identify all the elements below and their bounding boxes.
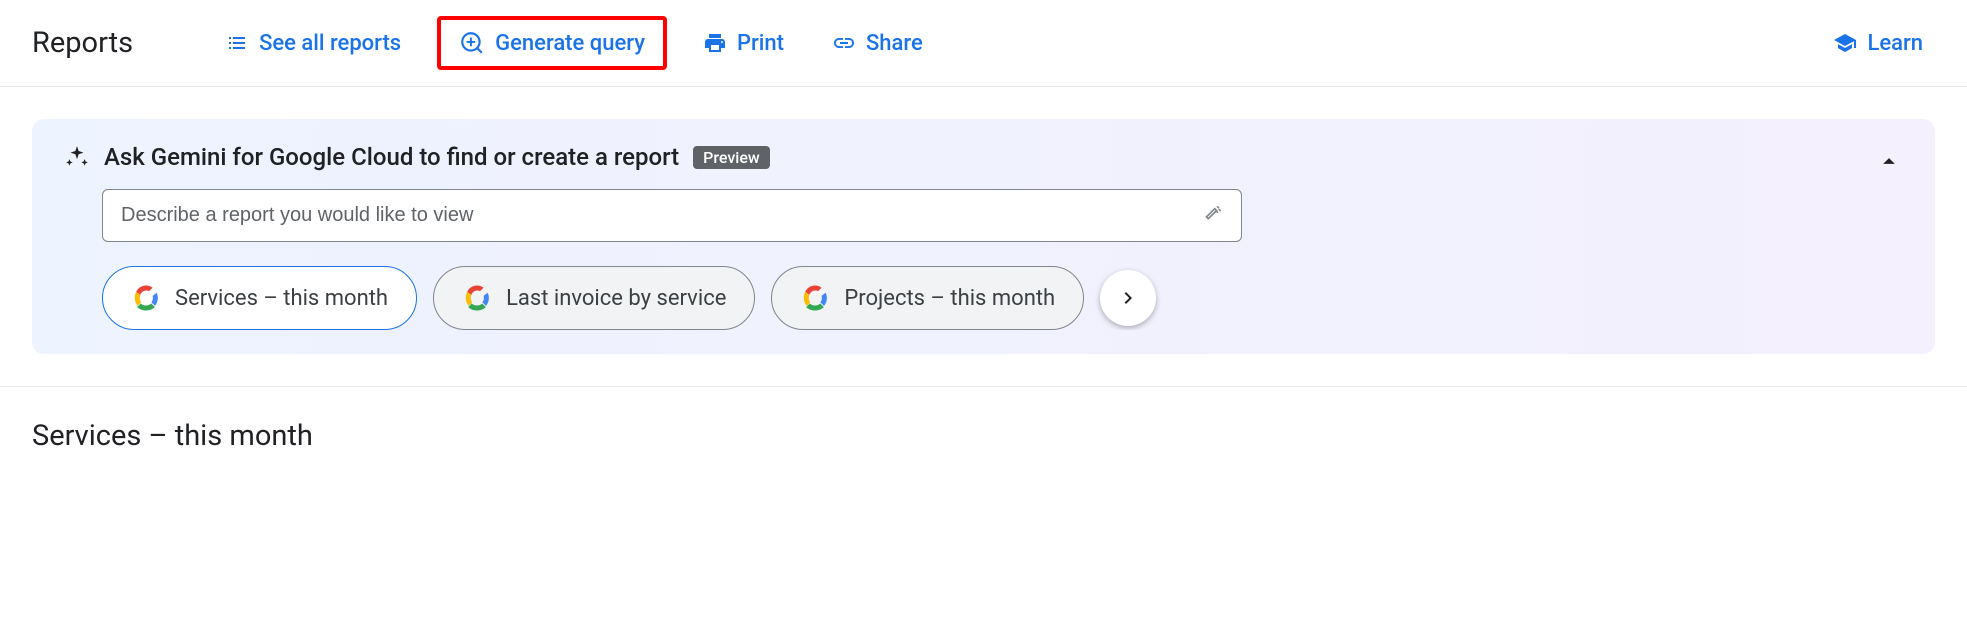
chip-projects-this-month[interactable]: Projects – this month bbox=[771, 266, 1084, 330]
collapse-button[interactable] bbox=[1867, 139, 1911, 187]
preview-badge: Preview bbox=[693, 146, 770, 169]
chevron-up-icon bbox=[1875, 147, 1903, 175]
chip-label: Last invoice by service bbox=[506, 286, 726, 311]
google-cloud-icon bbox=[462, 283, 492, 313]
link-icon bbox=[832, 31, 856, 55]
gemini-search-box[interactable] bbox=[102, 189, 1242, 242]
suggestion-chip-row: Services – this month Last invoice by se… bbox=[102, 266, 1903, 330]
generate-query-label: Generate query bbox=[495, 31, 645, 56]
google-cloud-icon bbox=[131, 283, 161, 313]
chip-label: Projects – this month bbox=[844, 286, 1055, 311]
sparkle-icon bbox=[64, 144, 90, 170]
gemini-panel: Ask Gemini for Google Cloud to find or c… bbox=[32, 119, 1935, 354]
print-label: Print bbox=[737, 31, 784, 56]
see-all-reports-button[interactable]: See all reports bbox=[213, 23, 413, 64]
gemini-search-input[interactable] bbox=[121, 204, 1201, 227]
learn-label: Learn bbox=[1867, 31, 1923, 56]
chevron-right-icon bbox=[1116, 286, 1140, 310]
header-actions: See all reports Generate query Print Sha… bbox=[213, 16, 1935, 70]
learn-button[interactable]: Learn bbox=[1821, 23, 1935, 64]
chip-last-invoice-by-service[interactable]: Last invoice by service bbox=[433, 266, 755, 330]
chip-services-this-month[interactable]: Services – this month bbox=[102, 266, 417, 330]
list-icon bbox=[225, 31, 249, 55]
gemini-header: Ask Gemini for Google Cloud to find or c… bbox=[64, 143, 1903, 171]
magic-wand-icon[interactable] bbox=[1201, 205, 1223, 227]
print-button[interactable]: Print bbox=[691, 23, 796, 64]
google-cloud-icon bbox=[800, 283, 830, 313]
header-bar: Reports See all reports Generate query P… bbox=[0, 0, 1967, 87]
share-label: Share bbox=[866, 31, 923, 56]
print-icon bbox=[703, 31, 727, 55]
see-all-reports-label: See all reports bbox=[259, 31, 401, 56]
scroll-right-button[interactable] bbox=[1100, 270, 1156, 326]
chip-label: Services – this month bbox=[175, 286, 388, 311]
query-stats-icon bbox=[459, 30, 485, 56]
gemini-title: Ask Gemini for Google Cloud to find or c… bbox=[104, 143, 679, 171]
page-title: Reports bbox=[32, 26, 133, 60]
generate-query-button[interactable]: Generate query bbox=[437, 16, 667, 70]
share-button[interactable]: Share bbox=[820, 23, 935, 64]
learn-icon bbox=[1833, 31, 1857, 55]
section-title: Services – this month bbox=[0, 387, 1967, 485]
